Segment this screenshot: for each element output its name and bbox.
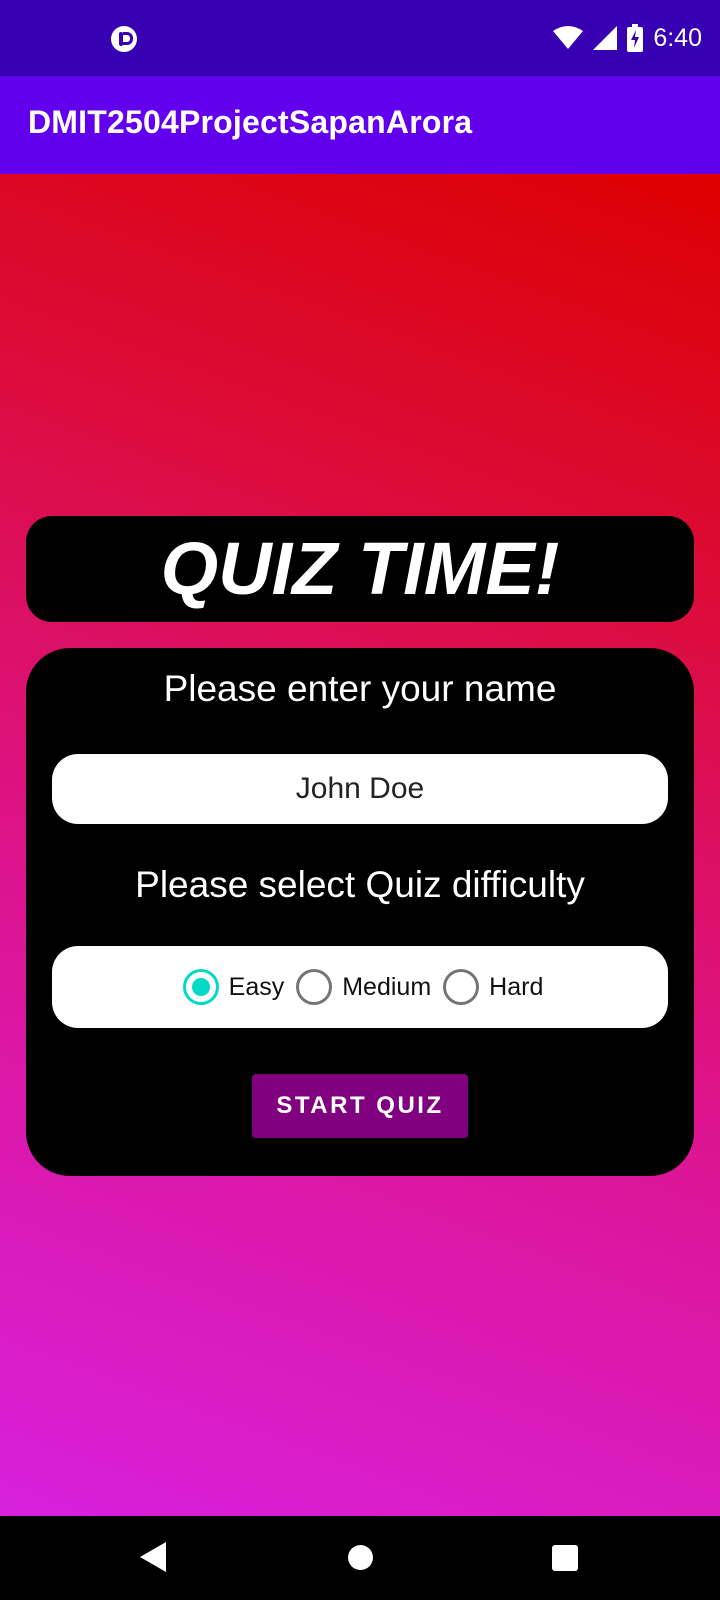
start-quiz-button[interactable]: START QUIZ bbox=[252, 1074, 468, 1138]
status-time: 6:40 bbox=[653, 23, 702, 52]
cell-signal-icon bbox=[593, 26, 618, 50]
radio-unchecked-icon[interactable] bbox=[443, 969, 480, 1005]
recents-icon[interactable] bbox=[552, 1545, 578, 1571]
radio-unchecked-icon[interactable] bbox=[296, 969, 333, 1005]
quiz-form-card: Please enter your name Please select Qui… bbox=[26, 648, 694, 1176]
name-input[interactable] bbox=[52, 754, 668, 824]
difficulty-radio-group: Easy Medium Hard bbox=[52, 946, 668, 1028]
wifi-icon bbox=[553, 26, 584, 49]
app-bar: DMIT2504ProjectSapanArora bbox=[0, 76, 720, 174]
home-icon[interactable] bbox=[348, 1545, 373, 1570]
difficulty-option-medium[interactable]: Medium bbox=[296, 969, 431, 1005]
radio-label-hard: Hard bbox=[489, 972, 544, 1001]
radio-checked-icon[interactable] bbox=[182, 969, 219, 1005]
status-bar: 6:40 bbox=[0, 0, 720, 76]
navigation-bar bbox=[0, 1516, 720, 1600]
status-icons: 6:40 bbox=[553, 18, 702, 58]
battery-charging-icon bbox=[627, 24, 644, 52]
back-icon[interactable] bbox=[140, 1542, 166, 1572]
difficulty-option-easy[interactable]: Easy bbox=[182, 969, 285, 1005]
quiz-title: QUIZ TIME! bbox=[160, 527, 560, 610]
difficulty-prompt: Please select Quiz difficulty bbox=[135, 864, 585, 905]
name-prompt: Please enter your name bbox=[163, 668, 557, 709]
main-content: QUIZ TIME! Please enter your name Please… bbox=[0, 174, 720, 1516]
difficulty-option-hard[interactable]: Hard bbox=[443, 969, 543, 1005]
radio-label-medium: Medium bbox=[342, 972, 432, 1001]
radio-label-easy: Easy bbox=[228, 972, 285, 1001]
quiz-title-card: QUIZ TIME! bbox=[26, 516, 694, 622]
app-notification-icon bbox=[111, 26, 137, 52]
app-title: DMIT2504ProjectSapanArora bbox=[28, 104, 473, 140]
